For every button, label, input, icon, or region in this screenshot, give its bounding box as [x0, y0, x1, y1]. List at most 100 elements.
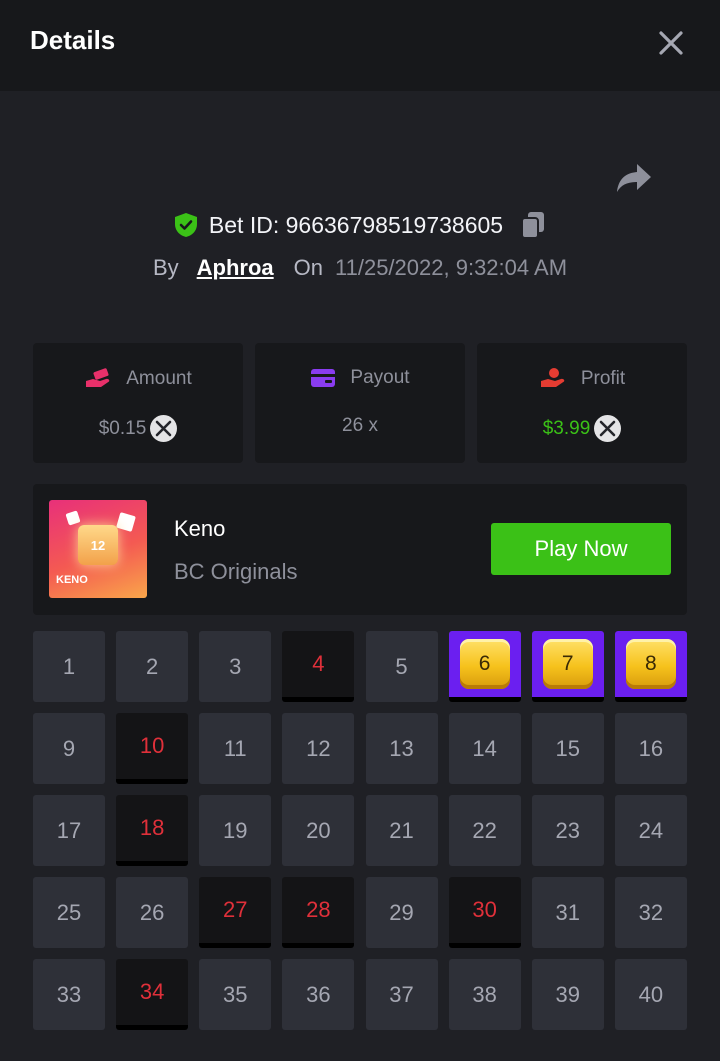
amount-label: Amount — [126, 368, 192, 389]
gem-icon: 6 — [459, 639, 510, 689]
share-arrow-icon[interactable] — [615, 162, 653, 194]
share-button[interactable] — [612, 158, 656, 198]
keno-cell-39: 39 — [531, 959, 604, 1030]
xrp-coin-icon — [594, 415, 622, 442]
keno-cell-30: 30 — [448, 877, 521, 948]
keno-cell-29: 29 — [365, 877, 438, 948]
keno-cell-22: 22 — [448, 795, 521, 866]
play-now-button[interactable]: Play Now — [491, 523, 671, 575]
gem-icon: 7 — [542, 639, 593, 689]
profit-label: Profit — [580, 368, 626, 389]
keno-cell-1: 1 — [33, 631, 105, 702]
game-card: 12 KENO Keno BC Originals Play Now — [33, 484, 687, 615]
game-provider: BC Originals — [174, 559, 298, 584]
keno-cell-25: 25 — [33, 877, 105, 948]
keno-cell-15: 15 — [531, 713, 604, 784]
keno-thumbnail[interactable]: 12 KENO — [49, 500, 147, 598]
keno-cell-number: 16 — [638, 735, 664, 761]
header-bar: Details — [0, 0, 720, 91]
dice-icon — [116, 512, 136, 532]
bet-author-row: By Aphroa On 11/25/2022, 9:32:04 AM — [0, 250, 720, 286]
keno-cell-21: 21 — [365, 795, 438, 866]
game-name: Keno — [174, 516, 226, 541]
card-icon — [311, 369, 336, 387]
keno-cell-6: 6 — [448, 631, 521, 702]
keno-cell-4: 4 — [282, 631, 355, 702]
keno-cell-number: 34 — [139, 979, 165, 1004]
close-button[interactable] — [652, 24, 690, 62]
amount-value: $0.15 — [98, 417, 147, 439]
keno-cell-7: 7 — [531, 631, 604, 702]
keno-cell-number: 40 — [638, 981, 664, 1007]
keno-cell-number: 15 — [555, 735, 580, 761]
keno-cell-40: 40 — [614, 959, 687, 1030]
keno-cell-number: 10 — [139, 733, 165, 758]
keno-cell-36: 36 — [282, 959, 355, 1030]
keno-cell-2: 2 — [116, 631, 189, 702]
gem-icon: 12 — [78, 525, 118, 565]
keno-cell-number: 24 — [638, 817, 664, 843]
keno-cell-number: 39 — [555, 981, 580, 1007]
profit-value: $3.99 — [542, 417, 591, 439]
keno-cell-number: 4 — [312, 651, 325, 676]
keno-cell-20: 20 — [282, 795, 355, 866]
keno-cell-33: 33 — [33, 959, 105, 1030]
keno-cell-number: 32 — [638, 899, 664, 925]
keno-cell-number: 2 — [146, 653, 159, 679]
copy-icon[interactable] — [519, 210, 547, 240]
keno-cell-number: 38 — [472, 981, 497, 1007]
keno-cell-28: 28 — [282, 877, 355, 948]
keno-cell-18: 18 — [116, 795, 189, 866]
keno-cell-number: 18 — [139, 815, 165, 840]
keno-cell-16: 16 — [614, 713, 687, 784]
keno-cell-number: 5 — [395, 653, 408, 679]
keno-cell-number: 21 — [389, 817, 414, 843]
keno-cell-37: 37 — [365, 959, 438, 1030]
keno-cell-26: 26 — [116, 877, 189, 948]
keno-cell-34: 34 — [116, 959, 189, 1030]
page-title: Details — [30, 25, 116, 55]
keno-cell-number: 37 — [389, 981, 414, 1007]
dice-icon — [65, 510, 81, 526]
keno-cell-number: 26 — [139, 899, 165, 925]
keno-board: 1 2 3 4 5 6 7 8 9 10 11 12 13 14 15 16 17 18 19 20 21 22 23 24 2… — [33, 631, 687, 1030]
keno-cell-17: 17 — [33, 795, 105, 866]
keno-cell-32: 32 — [614, 877, 687, 948]
keno-cell-3: 3 — [199, 631, 272, 702]
amount-card: Amount $0.15 — [33, 343, 243, 463]
keno-cell-number: 22 — [472, 817, 497, 843]
keno-cell-number: 33 — [56, 981, 82, 1007]
keno-cell-number: 36 — [306, 981, 331, 1007]
keno-cell-number: 13 — [389, 735, 414, 761]
keno-cell-number: 23 — [555, 817, 580, 843]
keno-cell-5: 5 — [365, 631, 438, 702]
keno-cell-9: 9 — [33, 713, 105, 784]
keno-cell-number: 3 — [229, 653, 242, 679]
keno-cell-38: 38 — [448, 959, 521, 1030]
bet-id-row: Bet ID: 96636798519738605 — [0, 206, 720, 244]
money-hand-icon — [86, 368, 110, 387]
keno-cell-19: 19 — [199, 795, 272, 866]
thumb-logo-text: KENO — [56, 574, 88, 586]
close-icon[interactable] — [658, 30, 684, 56]
xrp-coin-icon — [150, 415, 178, 442]
keno-cell-14: 14 — [448, 713, 521, 784]
keno-cell-27: 27 — [199, 877, 272, 948]
keno-cell-number: 19 — [223, 817, 248, 843]
keno-cell-number: 31 — [555, 899, 580, 925]
user-link[interactable]: Aphroa — [197, 255, 274, 281]
bet-id-text: Bet ID: 96636798519738605 — [208, 211, 504, 238]
keno-cell-13: 13 — [365, 713, 438, 784]
keno-cell-10: 10 — [116, 713, 189, 784]
keno-cell-number: 27 — [223, 897, 248, 922]
keno-cell-8: 8 — [614, 631, 687, 702]
by-label: By — [152, 255, 179, 280]
keno-cell-number: 25 — [56, 899, 82, 925]
keno-cell-31: 31 — [531, 877, 604, 948]
keno-cell-11: 11 — [199, 713, 272, 784]
keno-cell-number: 1 — [62, 653, 76, 679]
on-label: On — [293, 255, 324, 280]
keno-cell-24: 24 — [614, 795, 687, 866]
keno-cell-number: 20 — [306, 817, 331, 843]
gem-icon: 8 — [625, 639, 676, 689]
